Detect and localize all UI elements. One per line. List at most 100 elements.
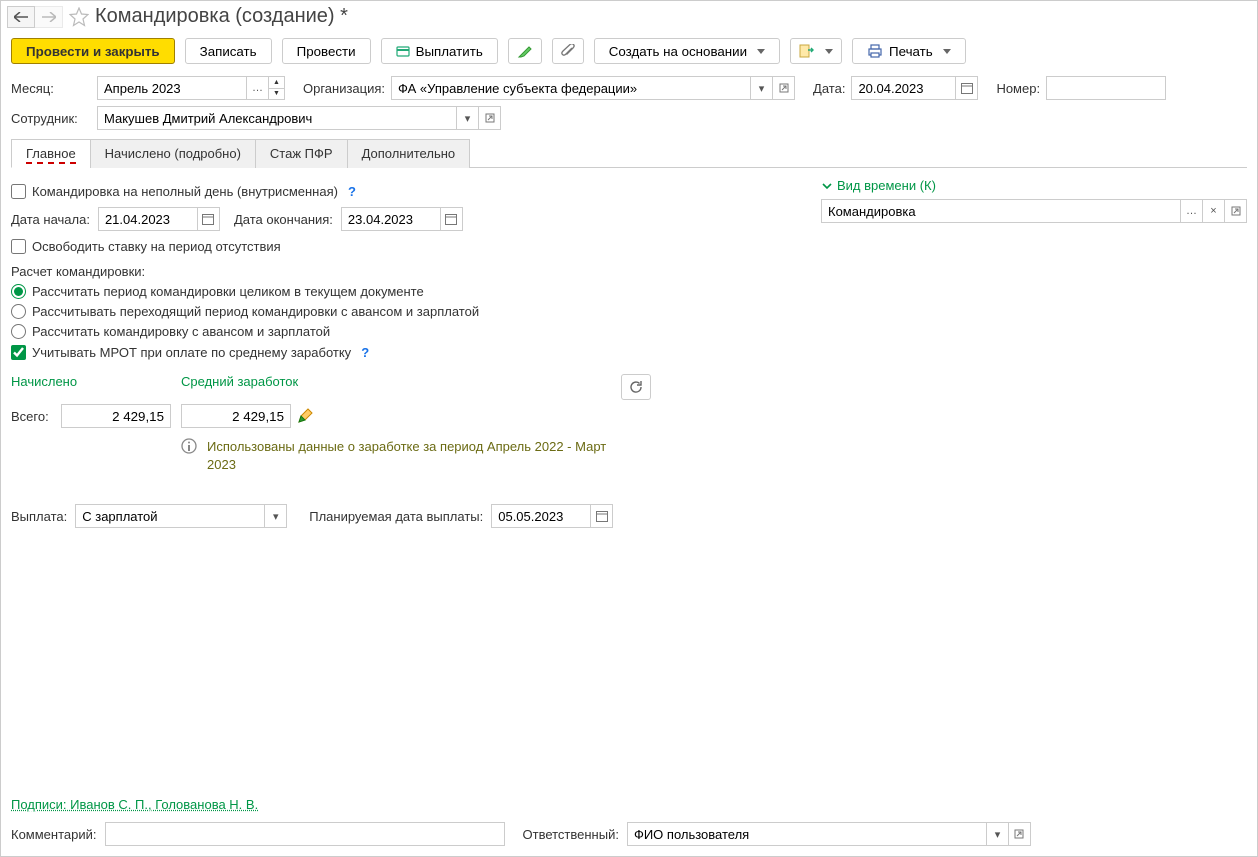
comment-label: Комментарий: [11,827,97,842]
document-action-icon [799,44,815,58]
month-spinner[interactable]: ▲ ▼ [269,76,285,100]
create-based-label: Создать на основании [609,44,747,59]
refresh-button[interactable] [621,374,651,400]
pay-button[interactable]: Выплатить [381,38,498,64]
responsible-open-button[interactable] [1009,822,1031,846]
footer: Подписи: Иванов С. П., Голованова Н. В. … [1,791,1257,856]
calendar-icon [596,510,608,522]
calc-radio-whole[interactable] [11,284,26,299]
arrow-left-icon [14,12,28,22]
tab-main-label: Главное [26,146,76,164]
highlighter-button[interactable] [508,38,542,64]
start-date-calendar-button[interactable] [198,207,220,231]
month-label: Месяц: [11,81,91,96]
partial-day-help-icon[interactable]: ? [348,184,356,199]
total-label: Всего: [11,409,61,424]
favorite-star-icon[interactable] [69,7,89,27]
employee-label: Сотрудник: [11,111,91,126]
calc-radio-transition[interactable] [11,304,26,319]
spinner-up-icon[interactable]: ▲ [269,77,284,89]
end-date-input[interactable] [341,207,441,231]
average-input[interactable] [181,404,291,428]
calendar-icon [445,213,457,225]
responsible-dropdown-button[interactable]: ▾ [987,822,1009,846]
total-input[interactable] [61,404,171,428]
responsible-label: Ответственный: [523,827,619,842]
open-external-icon [485,113,495,123]
calc-radio-advance-label: Рассчитать командировку с авансом и зарп… [32,324,330,339]
date-input[interactable] [851,76,956,100]
time-type-collapse[interactable]: Вид времени (К) [821,178,1247,193]
tab-main[interactable]: Главное [11,139,91,168]
start-date-input[interactable] [98,207,198,231]
nav-forward-button[interactable] [35,6,63,28]
payout-input[interactable] [75,504,265,528]
number-label: Номер: [996,81,1040,96]
refresh-icon [629,380,643,394]
chevron-down-icon [821,180,833,192]
mrot-checkbox[interactable] [11,345,26,360]
time-type-ellipsis-button[interactable]: … [1181,199,1203,223]
time-type-label: Вид времени (К) [837,178,936,193]
organization-input[interactable] [391,76,751,100]
month-ellipsis-button[interactable]: … [247,76,269,100]
number-input-group [1046,76,1166,100]
organization-dropdown-button[interactable]: ▾ [751,76,773,100]
title-bar: Командировка (создание) * [1,1,1257,32]
spinner-down-icon[interactable]: ▼ [269,89,284,100]
post-and-close-button[interactable]: Провести и закрыть [11,38,175,64]
mrot-help-icon[interactable]: ? [361,345,369,360]
arrow-right-icon [42,12,56,22]
earning-period-info: Использованы данные о заработке за перио… [207,438,617,474]
print-button[interactable]: Печать [852,38,966,64]
mrot-label: Учитывать МРОТ при оплате по среднему за… [32,345,351,360]
printer-icon [867,44,883,58]
calc-radio-advance[interactable] [11,324,26,339]
employee-open-button[interactable] [479,106,501,130]
post-button[interactable]: Провести [282,38,371,64]
pencil-icon [297,408,313,424]
comment-input[interactable] [105,822,505,846]
chevron-down-icon [757,49,765,54]
number-input[interactable] [1046,76,1166,100]
date-calendar-button[interactable] [956,76,978,100]
release-rate-checkbox[interactable] [11,239,26,254]
tab-additional[interactable]: Дополнительно [347,139,471,168]
signatures-link[interactable]: Подписи: Иванов С. П., Голованова Н. В. [11,797,258,812]
partial-day-checkbox[interactable] [11,184,26,199]
employee-input-group: ▾ [97,106,501,130]
planned-date-calendar-button[interactable] [591,504,613,528]
edit-average-button[interactable] [297,408,313,424]
release-rate-label: Освободить ставку на период отсутствия [32,239,281,254]
attachment-button[interactable] [552,38,584,64]
tab-pfr[interactable]: Стаж ПФР [255,139,348,168]
organization-label: Организация: [303,81,385,96]
planned-date-input[interactable] [491,504,591,528]
month-input-group: … ▲ ▼ [97,76,285,100]
end-date-label: Дата окончания: [234,212,333,227]
date-input-group [851,76,978,100]
nav-back-button[interactable] [7,6,35,28]
print-label: Печать [889,44,933,59]
end-date-calendar-button[interactable] [441,207,463,231]
tab-accrued-label: Начислено (подробно) [105,146,241,161]
responsible-input[interactable] [627,822,987,846]
time-type-input[interactable] [821,199,1181,223]
organization-open-button[interactable] [773,76,795,100]
more-actions-button[interactable] [790,38,842,64]
open-external-icon [779,83,789,93]
month-input[interactable] [97,76,247,100]
create-based-on-button[interactable]: Создать на основании [594,38,780,64]
save-button[interactable]: Записать [185,38,272,64]
payout-dropdown-button[interactable]: ▾ [265,504,287,528]
open-external-icon [1014,829,1024,839]
time-type-open-button[interactable] [1225,199,1247,223]
planned-date-label: Планируемая дата выплаты: [309,509,483,524]
tab-pfr-label: Стаж ПФР [270,146,333,161]
employee-input[interactable] [97,106,457,130]
time-type-clear-button[interactable]: × [1203,199,1225,223]
start-date-label: Дата начала: [11,212,90,227]
employee-dropdown-button[interactable]: ▾ [457,106,479,130]
tab-accrued-details[interactable]: Начислено (подробно) [90,139,256,168]
tab-additional-label: Дополнительно [362,146,456,161]
